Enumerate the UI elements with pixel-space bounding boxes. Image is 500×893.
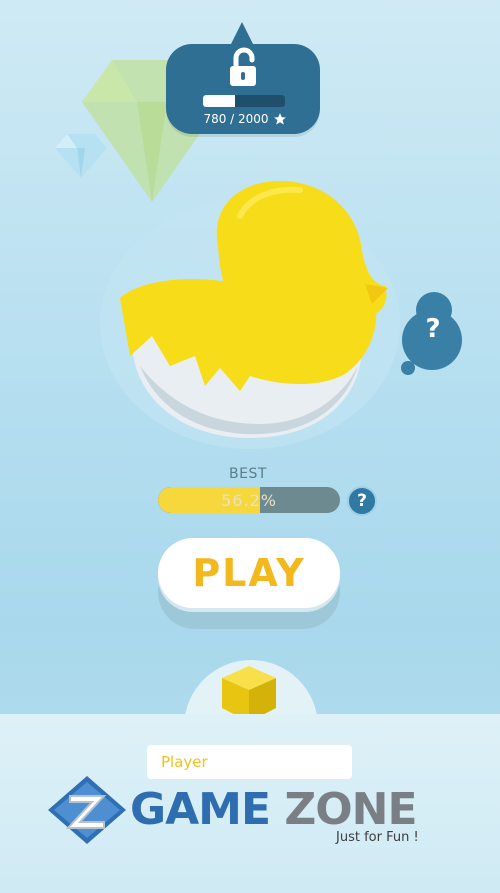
best-label: BEST — [229, 466, 267, 482]
best-help-button[interactable]: ? — [347, 486, 377, 516]
game-zone-logo — [48, 776, 126, 844]
logo-word-zone: ZONE — [284, 784, 417, 835]
game-zone-title: GAME ZONE — [130, 783, 450, 837]
blue-gem-icon — [55, 134, 107, 178]
question-mark-icon: ? — [425, 314, 441, 344]
logo-word-game: GAME — [130, 784, 271, 835]
best-progress-bar: 56.2% — [158, 487, 340, 513]
unlock-progress-label: 780 / 2000 — [186, 110, 304, 128]
logo-tagline: Just for Fun ! — [336, 830, 419, 845]
star-icon — [273, 113, 286, 125]
play-button[interactable]: PLAY — [158, 538, 340, 608]
player-name-field[interactable]: Player — [147, 745, 352, 779]
best-progress-value: 56.2% — [221, 490, 277, 510]
unlock-progress-fill — [203, 95, 235, 107]
unlock-badge-pointer — [230, 22, 254, 46]
unlocked-padlock-icon — [230, 47, 256, 86]
unlock-progress-bar — [203, 95, 285, 107]
yellow-duck-hatching-from-egg — [100, 181, 400, 449]
unlock-progress-text: 780 / 2000 — [203, 112, 269, 126]
